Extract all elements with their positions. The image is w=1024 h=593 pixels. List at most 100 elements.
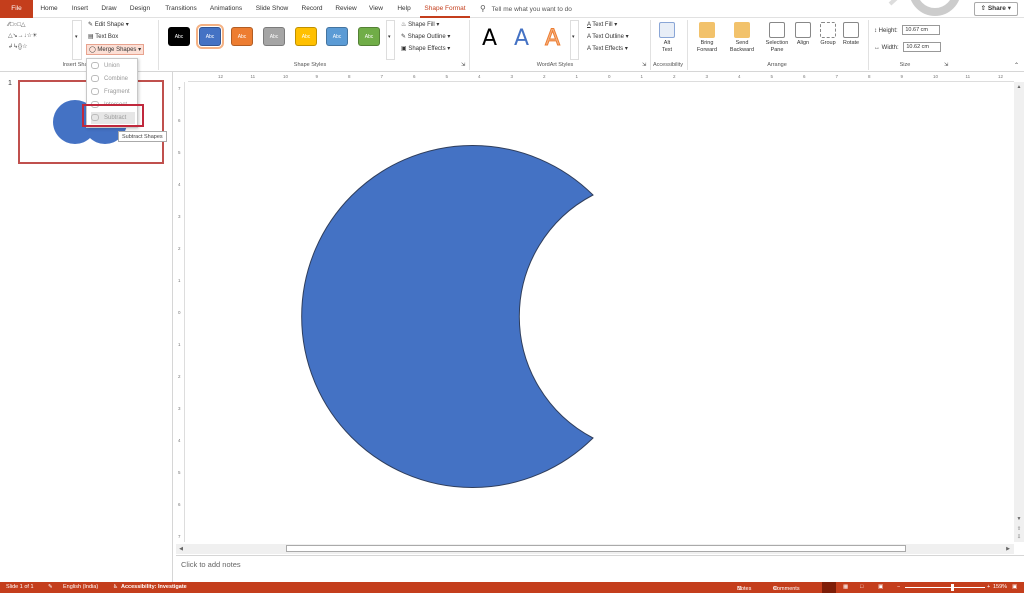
horizontal-scrollbar[interactable]: ◀ ▶: [176, 544, 1014, 554]
edit-shape-button[interactable]: ✎ Edit Shape ▾: [88, 20, 129, 31]
zoom-in-icon[interactable]: +: [987, 584, 990, 590]
horizontal-scroll-thumb[interactable]: [286, 545, 906, 552]
shapes-gallery-more[interactable]: ▾: [72, 20, 82, 60]
shape-styles-more[interactable]: ▾: [386, 20, 395, 60]
scroll-left-icon[interactable]: ◀: [177, 545, 185, 553]
shape-fill-button[interactable]: ♨ Shape Fill ▾: [401, 20, 439, 31]
menu-item-fragment[interactable]: Fragment: [91, 86, 130, 98]
zoom-slider-thumb[interactable]: [951, 584, 954, 591]
lightbulb-icon: ⚲: [480, 4, 486, 13]
arrow-shape-icon[interactable]: △↘→↓☆☀: [8, 32, 37, 39]
tab-home[interactable]: Home: [36, 0, 62, 18]
next-slide-icon[interactable]: ⇩: [1015, 533, 1023, 541]
curve-shape-icon[interactable]: ↲↳{}☆: [8, 43, 27, 50]
alt-text-button[interactable]: Alt Text: [652, 20, 682, 54]
share-button[interactable]: ⇧ Share ▾: [973, 2, 1018, 16]
menu-item-combine[interactable]: Combine: [91, 73, 128, 85]
width-input[interactable]: 10.62 cm: [903, 42, 942, 53]
shape-style-orange[interactable]: Abc: [231, 27, 253, 46]
divider: [687, 20, 688, 70]
dialog-launcher-icon[interactable]: ⇲: [642, 62, 646, 68]
shape-outline-button[interactable]: ✎ Shape Outline ▾: [401, 32, 450, 43]
selection-pane-label-1: Selection: [765, 40, 789, 46]
bring-forward-button[interactable]: Bring Forward: [692, 20, 722, 54]
notes-placeholder[interactable]: Click to add notes: [181, 560, 241, 569]
tab-insert[interactable]: Insert: [67, 0, 93, 18]
shape-style-black[interactable]: Abc: [168, 27, 190, 46]
subtracted-shape[interactable]: [188, 82, 1014, 542]
slide-canvas[interactable]: [188, 82, 1014, 542]
tab-transitions[interactable]: Transitions: [160, 0, 202, 18]
pane-divider[interactable]: [172, 72, 173, 582]
shape-style-green[interactable]: Abc: [358, 27, 380, 46]
line-shape-icon[interactable]: ∕∕□○□△: [8, 21, 26, 28]
rotate-button[interactable]: Rotate: [838, 20, 864, 47]
send-backward-button[interactable]: Send Backward: [727, 20, 757, 54]
chevron-down-icon: ▾: [447, 46, 451, 52]
tab-draw[interactable]: Draw: [97, 0, 121, 18]
wordart-style-black[interactable]: A: [482, 26, 497, 51]
tab-slide-show[interactable]: Slide Show: [252, 0, 292, 18]
text-box-button[interactable]: ▤ Text Box: [88, 32, 118, 43]
merge-shapes-button[interactable]: ◯ Merge Shapes ▾: [86, 44, 145, 55]
tab-view[interactable]: View: [364, 0, 388, 18]
tab-help[interactable]: Help: [392, 0, 416, 18]
accessibility-status[interactable]: Accessibility: Investigate: [121, 584, 187, 590]
ruler-tick-label: 10: [933, 74, 939, 79]
tab-file[interactable]: File: [0, 0, 33, 18]
menu-item-union[interactable]: Union: [91, 60, 120, 72]
zoom-level[interactable]: 159%: [993, 584, 1007, 590]
selection-pane-button[interactable]: Selection Pane: [762, 20, 792, 54]
dialog-launcher-icon[interactable]: ⇲: [461, 62, 465, 68]
chevron-down-icon: ▾: [624, 46, 628, 52]
ruler-tick-label: 3: [705, 74, 709, 79]
scroll-right-icon[interactable]: ▶: [1004, 545, 1012, 553]
vertical-scrollbar[interactable]: ▲ ▼ ⇧ ⇩: [1014, 82, 1024, 542]
tab-review[interactable]: Review: [331, 0, 361, 18]
tab-animations[interactable]: Animations: [205, 0, 247, 18]
pen-icon: ✎: [401, 34, 407, 40]
collapse-ribbon-icon[interactable]: ⌃: [1014, 62, 1019, 69]
accessibility-group-label: Accessibility: [653, 62, 683, 68]
text-outline-label: Text Outline: [592, 34, 624, 40]
tab-shape-format[interactable]: Shape Format: [420, 0, 470, 18]
text-fill-button[interactable]: A Text Fill ▾: [587, 20, 617, 31]
spelling-icon[interactable]: ✎: [48, 584, 53, 590]
normal-view-icon[interactable]: [822, 582, 836, 593]
chevron-down-icon: ▾: [614, 22, 618, 28]
tab-record[interactable]: Record: [297, 0, 327, 18]
scroll-up-icon[interactable]: ▲: [1015, 83, 1023, 91]
wordart-style-blue[interactable]: A: [514, 26, 529, 51]
height-input[interactable]: 10.67 cm: [902, 25, 941, 36]
tab-design[interactable]: Design: [125, 0, 155, 18]
reading-view-icon[interactable]: □: [860, 584, 863, 590]
ruler-tick-label: 8: [348, 74, 351, 79]
slideshow-icon[interactable]: ▣: [878, 584, 883, 590]
slide-sorter-icon[interactable]: ▦: [843, 584, 848, 590]
style-chip-label: Abc: [174, 34, 184, 40]
effects-icon: ▣: [401, 46, 407, 52]
fragment-icon: [91, 87, 99, 95]
dialog-launcher-icon[interactable]: ⇲: [944, 62, 948, 68]
decorative-graphic: [888, 0, 959, 16]
wordart-style-orange[interactable]: A: [544, 26, 560, 52]
shape-style-blue[interactable]: Abc: [196, 24, 224, 49]
shape-style-gold[interactable]: Abc: [295, 27, 317, 46]
text-outline-button[interactable]: A Text Outline ▾: [587, 32, 629, 43]
text-effects-button[interactable]: A Text Effects ▾: [587, 44, 628, 55]
shape-style-gray[interactable]: Abc: [263, 27, 285, 46]
zoom-out-icon[interactable]: −: [897, 584, 900, 590]
zoom-slider[interactable]: [905, 587, 985, 588]
shape-effects-button[interactable]: ▣ Shape Effects ▾: [401, 44, 450, 55]
wordart-more[interactable]: ▾: [570, 20, 579, 60]
align-button[interactable]: Align: [790, 20, 816, 47]
tell-me-search[interactable]: ⚲ Tell me what you want to do: [480, 0, 572, 18]
previous-slide-icon[interactable]: ⇧: [1015, 525, 1023, 533]
shape-styles-group-label: Shape Styles: [293, 62, 327, 68]
subtract-tooltip: Subtract Shapes: [118, 131, 167, 142]
shape-style-lightblue[interactable]: Abc: [326, 27, 348, 46]
fit-to-window-icon[interactable]: ▣: [1012, 584, 1017, 590]
scroll-down-icon[interactable]: ▼: [1015, 515, 1023, 523]
language-indicator[interactable]: English (India): [63, 584, 98, 590]
notes-pane[interactable]: Click to add notes: [176, 555, 1024, 582]
